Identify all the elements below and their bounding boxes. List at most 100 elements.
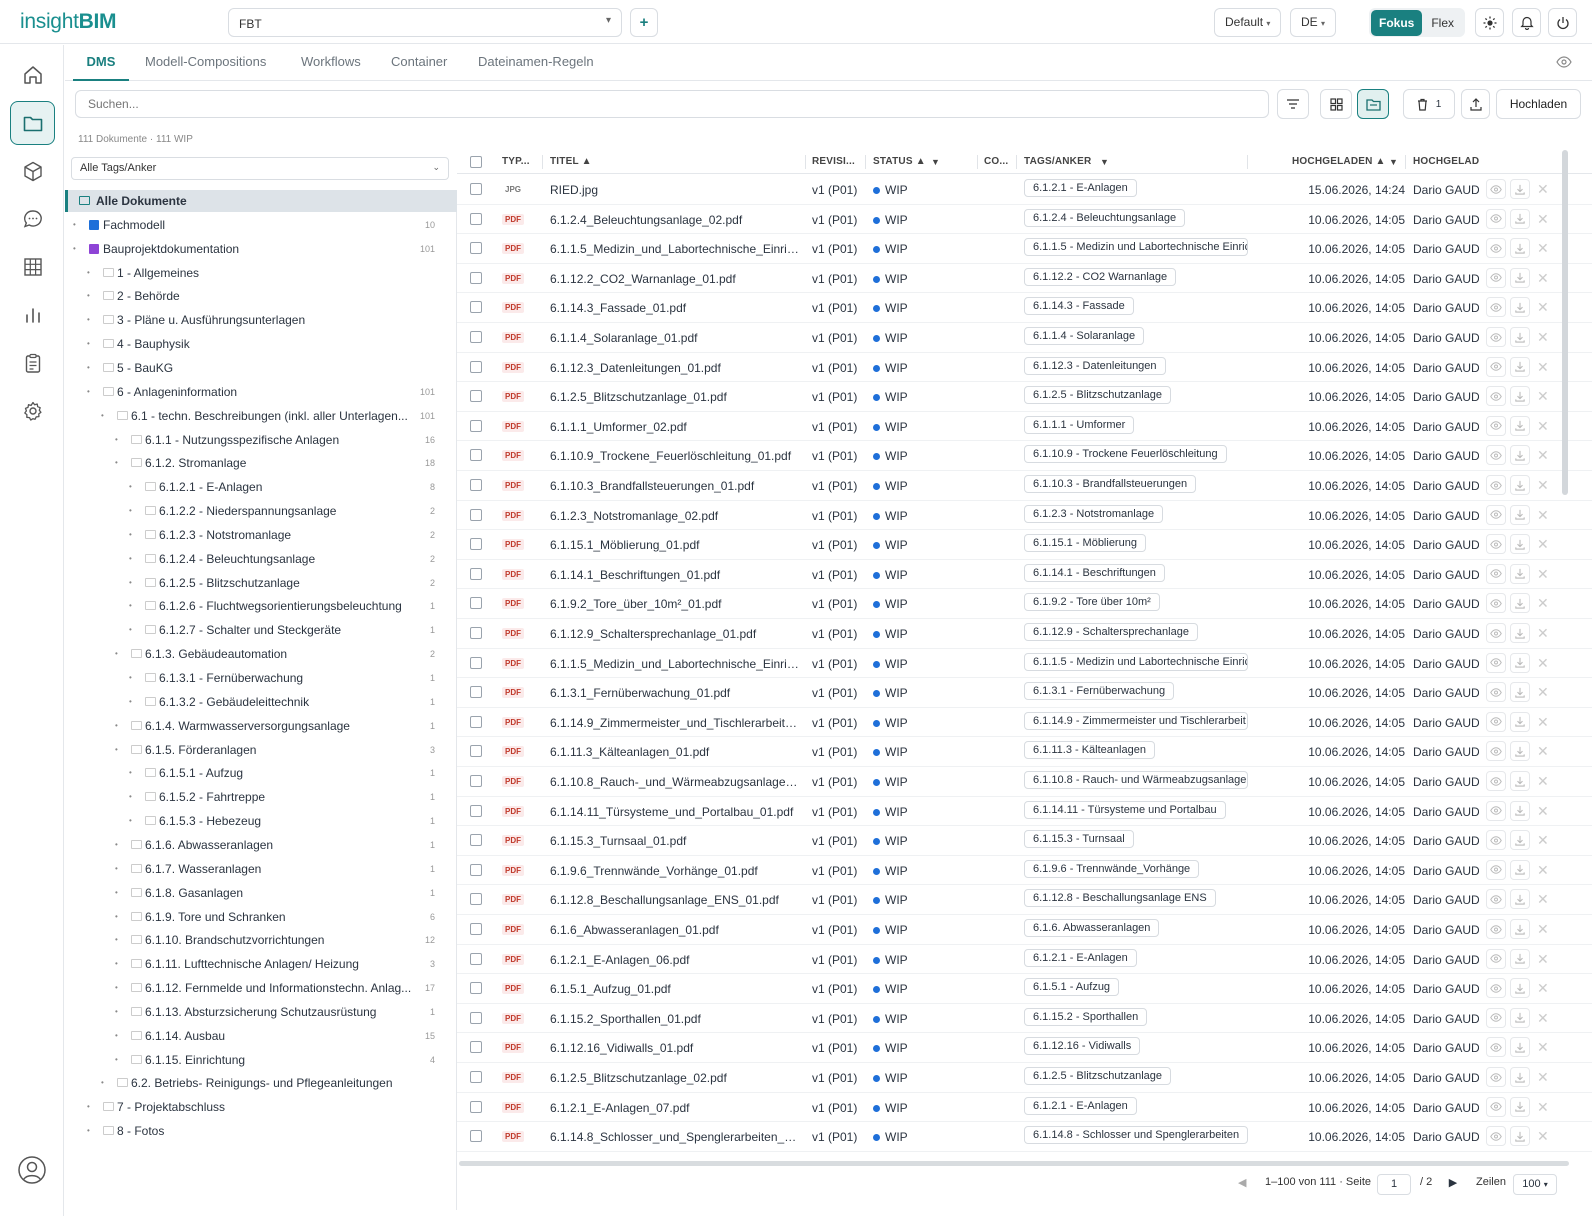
tag-chip[interactable]: 6.1.10.8 - Rauch- und Wärmeabzugsanlage — [1024, 771, 1248, 789]
row-checkbox[interactable] — [470, 301, 482, 314]
table-row[interactable]: PDF 6.1.1.5_Medizin_und_Labortechnische_E… — [457, 234, 1592, 264]
preview-button[interactable] — [1486, 297, 1506, 318]
table-row[interactable]: PDF 6.1.14.3_Fassade_01.pdf v1 (P01) WIP 6.1… — [457, 293, 1592, 323]
row-checkbox[interactable] — [470, 1071, 482, 1083]
preview-button[interactable] — [1486, 652, 1506, 673]
document-title[interactable]: RIED.jpg — [550, 183, 800, 197]
document-title[interactable]: 6.1.1.1_Umformer_02.pdf — [550, 420, 800, 434]
document-title[interactable]: 6.1.12.8_Beschallungsanlage_ENS_01.pdf — [550, 893, 800, 907]
nav-models[interactable] — [10, 149, 55, 193]
delete-icon[interactable]: ✕ — [1537, 714, 1549, 731]
delete-icon[interactable]: ✕ — [1537, 447, 1549, 464]
tag-chip[interactable]: 6.1.3.1 - Fernüberwachung — [1024, 682, 1175, 701]
tag-chip[interactable]: 6.1.11.3 - Kälteanlagen — [1024, 741, 1155, 760]
tree-item-all-documents[interactable]: Alle Dokumente — [65, 190, 457, 212]
row-checkbox[interactable] — [470, 567, 482, 580]
row-checkbox[interactable] — [470, 1130, 482, 1143]
table-row[interactable]: PDF 6.1.1.5_Medizin_und_Labortechnische_E… — [457, 649, 1592, 679]
preview-button[interactable] — [1486, 1096, 1506, 1117]
expand-toggle-icon[interactable]: • — [87, 333, 90, 355]
tree-item[interactable]: • 1 - Allgemeines — [65, 262, 457, 284]
delete-icon[interactable]: ✕ — [1537, 1128, 1549, 1145]
table-row[interactable]: PDF 6.1.2.5_Blitzschutzanlage_01.pdf v1 (P… — [457, 382, 1592, 412]
delete-icon[interactable]: ✕ — [1537, 566, 1549, 583]
preview-button[interactable] — [1486, 475, 1506, 495]
select-all-checkbox[interactable] — [470, 156, 482, 168]
status-filter-icon[interactable]: ▼ — [931, 150, 940, 174]
delete-icon[interactable]: ✕ — [1537, 743, 1549, 760]
app-logo[interactable]: insightBIM — [20, 10, 116, 34]
preview-button[interactable] — [1486, 386, 1506, 407]
table-row[interactable]: PDF 6.1.10.3_Brandfallsteuerungen_01.pdf v… — [457, 471, 1592, 501]
expand-toggle-icon[interactable]: • — [115, 977, 118, 999]
table-row[interactable]: PDF 6.1.2.1_E-Anlagen_06.pdf v1 (P01) WIP 6.… — [457, 945, 1592, 975]
add-project-button[interactable]: + — [630, 8, 658, 37]
rows-per-page-select[interactable]: 100 ▾ — [1513, 1174, 1557, 1195]
tree-item[interactable]: • 6.1.5.3 - Hebezeug 1 — [65, 810, 457, 832]
table-row[interactable]: PDF 6.1.11.3_Kälteanlagen_01.pdf v1 (P01) W… — [457, 737, 1592, 767]
nav-tasks[interactable] — [10, 341, 55, 385]
download-button[interactable] — [1510, 445, 1530, 466]
preview-button[interactable] — [1486, 711, 1506, 732]
export-button[interactable] — [1461, 89, 1490, 119]
document-title[interactable]: 6.1.2.1_E-Anlagen_07.pdf — [550, 1101, 800, 1115]
row-checkbox[interactable] — [470, 863, 482, 876]
document-title[interactable]: 6.1.15.1_Möblierung_01.pdf — [550, 538, 800, 552]
preview-button[interactable] — [1486, 948, 1506, 969]
download-button[interactable] — [1510, 948, 1530, 969]
table-row[interactable]: PDF 6.1.14.1_Beschriftungen_01.pdf v1 (P01… — [457, 560, 1592, 590]
download-button[interactable] — [1510, 179, 1530, 199]
document-title[interactable]: 6.1.1.5_Medizin_und_Labortechnische_Einr… — [550, 657, 800, 671]
tag-chip[interactable]: 6.1.1.1 - Umformer — [1024, 415, 1135, 434]
grid-view-button[interactable] — [1320, 89, 1352, 119]
document-title[interactable]: 6.1.1.5_Medizin_und_Labortechnische_Einr… — [550, 242, 800, 256]
user-avatar[interactable] — [17, 1155, 47, 1185]
delete-icon[interactable]: ✕ — [1537, 891, 1549, 908]
tags-filter-icon[interactable]: ▼ — [1100, 150, 1109, 174]
document-title[interactable]: 6.1.14.1_Beschriftungen_01.pdf — [550, 568, 800, 582]
trash-button[interactable]: 1 — [1403, 89, 1455, 119]
table-row[interactable]: JPG RIED.jpg v1 (P01) WIP 6.1.2.1 - E-Anlage… — [457, 175, 1592, 205]
preview-button[interactable] — [1486, 889, 1506, 910]
expand-toggle-icon[interactable]: • — [129, 619, 132, 641]
row-checkbox[interactable] — [470, 242, 482, 255]
tag-chip[interactable]: 6.1.12.8 - Beschallungsanlage ENS — [1024, 889, 1216, 908]
table-row[interactable]: PDF 6.1.3.1_Fernüberwachung_01.pdf v1 (P01… — [457, 678, 1592, 708]
tag-chip[interactable]: 6.1.15.2 - Sporthallen — [1024, 1007, 1148, 1026]
upload-button[interactable]: Hochladen — [1496, 89, 1581, 119]
download-button[interactable] — [1510, 800, 1530, 821]
expand-toggle-icon[interactable]: • — [129, 595, 132, 617]
table-row[interactable]: PDF 6.1.12.9_Schaltersprechanlage_01.pdf v… — [457, 619, 1592, 649]
expand-toggle-icon[interactable]: • — [115, 715, 118, 737]
tree-item[interactable]: • 6.1.5.1 - Aufzug 1 — [65, 762, 457, 784]
table-row[interactable]: PDF 6.1.10.8_Rauch-_und_Wärmeabzugsanlage… — [457, 767, 1592, 797]
download-button[interactable] — [1510, 534, 1530, 555]
download-button[interactable] — [1510, 623, 1530, 643]
tree-item[interactable]: • 6 - Anlageninformation 101 — [65, 381, 457, 403]
tree-item[interactable]: • 6.1.2.7 - Schalter und Steckgeräte 1 — [65, 619, 457, 641]
delete-icon[interactable]: ✕ — [1537, 270, 1549, 287]
row-checkbox[interactable] — [470, 834, 482, 847]
expand-toggle-icon[interactable]: • — [87, 262, 90, 284]
table-row[interactable]: PDF 6.1.9.2_Tore_über_10m²_01.pdf v1 (P01)… — [457, 589, 1592, 619]
col-uploader-header[interactable]: HOCHGELAD — [1413, 150, 1479, 174]
preview-button[interactable] — [1486, 682, 1506, 703]
document-title[interactable]: 6.1.11.3_Kälteanlagen_01.pdf — [550, 745, 800, 759]
document-title[interactable]: 6.1.6_Abwasseranlagen_01.pdf — [550, 923, 800, 937]
document-title[interactable]: 6.1.10.9_Trockene_Feuerlöschleitung_01.p… — [550, 449, 800, 463]
table-row[interactable]: PDF 6.1.14.8_Schlosser_und_Spenglerarbeit… — [457, 1122, 1592, 1152]
download-button[interactable] — [1510, 238, 1530, 259]
expand-toggle-icon[interactable]: • — [87, 1120, 90, 1142]
table-row[interactable]: PDF 6.1.14.11_Türsysteme_und_Portalbau_01… — [457, 797, 1592, 827]
tree-item[interactable]: • 2 - Behörde — [65, 285, 457, 307]
download-button[interactable] — [1510, 297, 1530, 318]
tree-item[interactable]: • 6.1 - techn. Beschreibungen (inkl. alle… — [65, 405, 457, 427]
row-checkbox[interactable] — [470, 775, 482, 787]
delete-icon[interactable]: ✕ — [1537, 1099, 1549, 1116]
row-checkbox[interactable] — [470, 597, 482, 610]
download-button[interactable] — [1510, 593, 1530, 614]
tag-chip[interactable]: 6.1.10.3 - Brandfallsteuerungen — [1024, 475, 1197, 493]
document-title[interactable]: 6.1.9.2_Tore_über_10m²_01.pdf — [550, 597, 800, 611]
expand-toggle-icon[interactable]: • — [129, 524, 132, 546]
next-page-button[interactable]: ▶ — [1443, 1174, 1463, 1195]
